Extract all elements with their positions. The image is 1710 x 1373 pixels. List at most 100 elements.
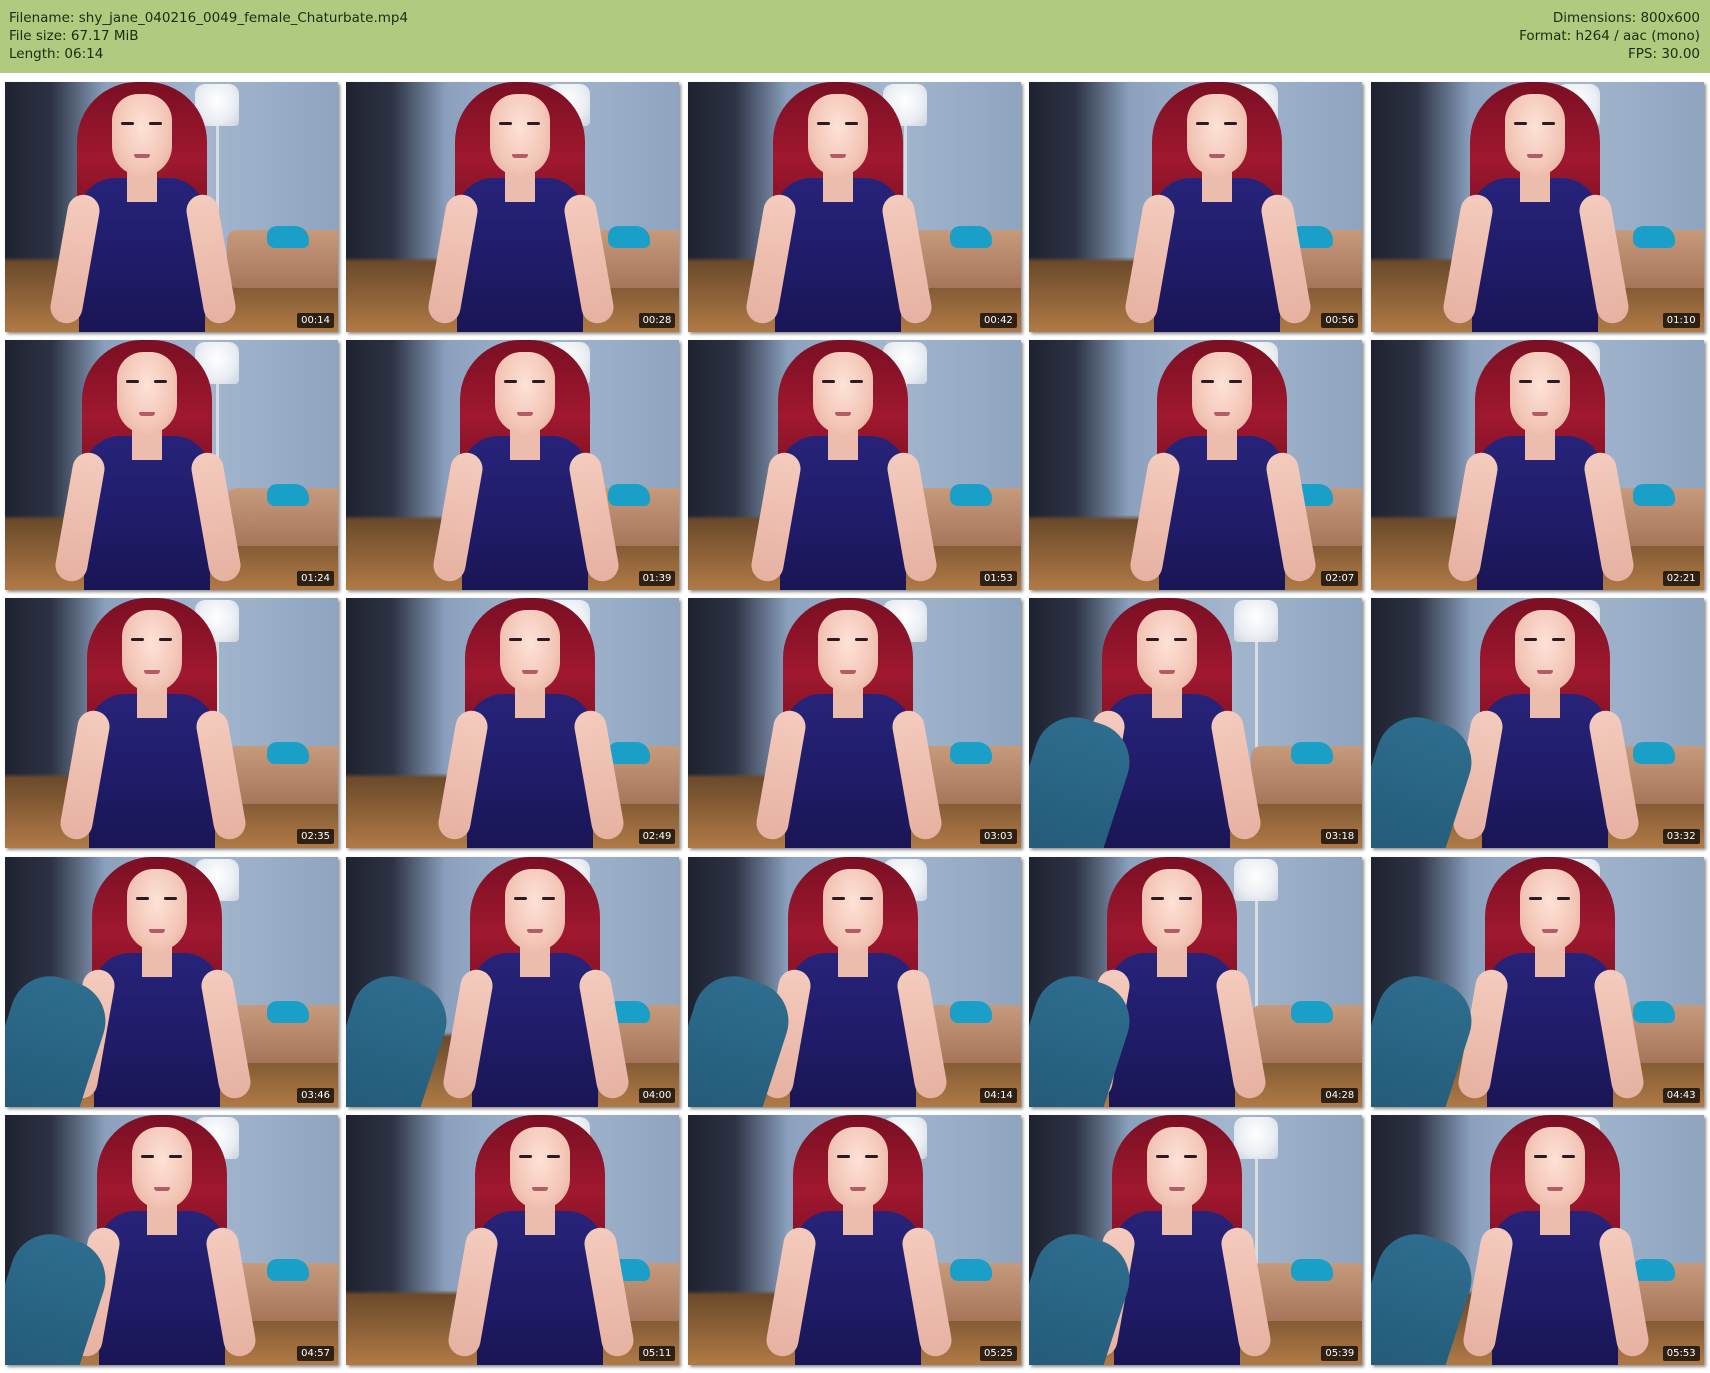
- video-thumbnail[interactable]: 04:57: [5, 1114, 338, 1365]
- face: [1515, 610, 1576, 693]
- neck: [1535, 946, 1566, 977]
- video-thumbnail[interactable]: 01:24: [5, 340, 338, 591]
- left-eye: [508, 638, 522, 642]
- neck: [1520, 172, 1551, 202]
- video-thumbnail[interactable]: 01:10: [1370, 82, 1704, 332]
- right-eye: [1223, 122, 1237, 125]
- right-eye: [153, 380, 167, 384]
- video-thumbnail[interactable]: 04:00: [346, 856, 680, 1107]
- video-thumbnail[interactable]: 04:28: [1029, 856, 1363, 1107]
- mouth: [840, 670, 857, 675]
- pillow: [267, 484, 309, 507]
- video-thumbnail[interactable]: 02:35: [5, 598, 338, 849]
- video-thumbnail[interactable]: 03:03: [687, 598, 1021, 849]
- pillow: [608, 484, 651, 507]
- length-label: Length:: [9, 46, 61, 62]
- pillow: [608, 226, 651, 248]
- thumbnail-timestamp: 04:57: [297, 1345, 334, 1361]
- video-thumbnail[interactable]: 05:53: [1370, 1114, 1704, 1365]
- video-thumbnail[interactable]: 05:39: [1029, 1114, 1363, 1365]
- face: [509, 1126, 570, 1209]
- pillow: [1291, 1000, 1334, 1023]
- pillow: [949, 484, 992, 507]
- right-eye: [1562, 1154, 1576, 1158]
- right-eye: [163, 896, 177, 900]
- person-figure: [1441, 82, 1632, 332]
- person-figure: [744, 82, 935, 332]
- neck: [1151, 688, 1182, 719]
- length-value: 06:14: [64, 46, 104, 62]
- neck: [519, 946, 550, 977]
- video-thumbnail[interactable]: 02:07: [1029, 340, 1363, 591]
- filesize-value: 67.17 MiB: [70, 28, 139, 44]
- left-eye: [1155, 1154, 1169, 1158]
- mouth: [1542, 928, 1559, 933]
- video-thumbnail[interactable]: 00:56: [1029, 82, 1363, 332]
- video-thumbnail[interactable]: 04:14: [687, 856, 1021, 1107]
- thumbnail-timestamp: 04:28: [1321, 1087, 1359, 1103]
- right-eye: [168, 1154, 182, 1158]
- video-thumbnail[interactable]: 02:21: [1370, 340, 1704, 591]
- dimensions-row: Dimensions: 800x600: [1519, 9, 1700, 27]
- face: [813, 352, 874, 435]
- right-eye: [860, 896, 874, 900]
- thumbnail-timestamp: 05:39: [1321, 1345, 1359, 1361]
- face: [111, 94, 172, 176]
- person-figure: [1456, 856, 1647, 1107]
- mouth: [1532, 412, 1549, 417]
- neck: [838, 946, 869, 977]
- face: [1525, 1126, 1586, 1209]
- left-eye: [837, 1154, 851, 1158]
- left-eye: [503, 380, 517, 384]
- format-label: Format:: [1519, 28, 1572, 44]
- thumbnail-timestamp: 01:39: [638, 571, 676, 587]
- video-thumbnail[interactable]: 00:14: [5, 82, 338, 332]
- video-thumbnail[interactable]: 05:25: [687, 1114, 1021, 1365]
- thumbnail-timestamp: 02:49: [638, 829, 676, 845]
- thumbnail-timestamp: 00:28: [638, 313, 676, 328]
- file-info-right: Dimensions: 800x600 Format: h264 / aac (…: [1519, 9, 1700, 63]
- video-thumbnail[interactable]: 05:11: [346, 1114, 680, 1365]
- video-thumbnail[interactable]: 03:46: [5, 856, 338, 1107]
- left-eye: [1145, 638, 1159, 642]
- thumbnail-timestamp: 02:21: [1662, 571, 1700, 587]
- left-eye: [822, 380, 836, 384]
- video-thumbnail[interactable]: 01:53: [687, 340, 1021, 591]
- face: [1136, 610, 1197, 693]
- pillow: [1632, 742, 1675, 765]
- video-thumbnail[interactable]: 00:28: [346, 82, 680, 332]
- left-eye: [1519, 380, 1533, 384]
- filesize-label: File size:: [9, 28, 67, 44]
- face: [818, 610, 879, 693]
- neck: [524, 1204, 555, 1235]
- face: [1191, 352, 1252, 435]
- video-thumbnail[interactable]: 01:39: [346, 340, 680, 591]
- face: [489, 94, 550, 176]
- face: [808, 94, 869, 176]
- video-thumbnail[interactable]: 03:18: [1029, 598, 1363, 849]
- video-thumbnail[interactable]: 04:43: [1370, 856, 1704, 1107]
- face: [504, 868, 565, 951]
- filename-label: Filename:: [9, 10, 75, 26]
- video-thumbnail[interactable]: 02:49: [346, 598, 680, 849]
- thumbnail-timestamp: 00:56: [1321, 313, 1359, 328]
- person-figure: [1127, 340, 1318, 591]
- length-row: Length: 06:14: [9, 45, 408, 63]
- thumbnail-grid: 00:14 00:28 00:42 00:56 01:10 01:24 01:39 01:53…: [4, 82, 1708, 1370]
- person-figure: [764, 1114, 955, 1365]
- face: [1186, 94, 1247, 176]
- thumbnail-timestamp: 04:00: [638, 1087, 676, 1103]
- right-eye: [1552, 638, 1566, 642]
- person-figure: [52, 340, 243, 591]
- person-figure: [759, 856, 950, 1107]
- left-eye: [518, 1154, 532, 1158]
- mouth: [830, 154, 847, 158]
- face: [823, 868, 884, 951]
- person-figure: [1122, 82, 1313, 332]
- thumbnail-timestamp: 03:03: [979, 829, 1017, 845]
- neck: [126, 172, 157, 202]
- video-thumbnail[interactable]: 03:32: [1370, 598, 1704, 849]
- right-eye: [541, 896, 555, 900]
- right-eye: [850, 380, 864, 384]
- video-thumbnail[interactable]: 00:42: [687, 82, 1021, 332]
